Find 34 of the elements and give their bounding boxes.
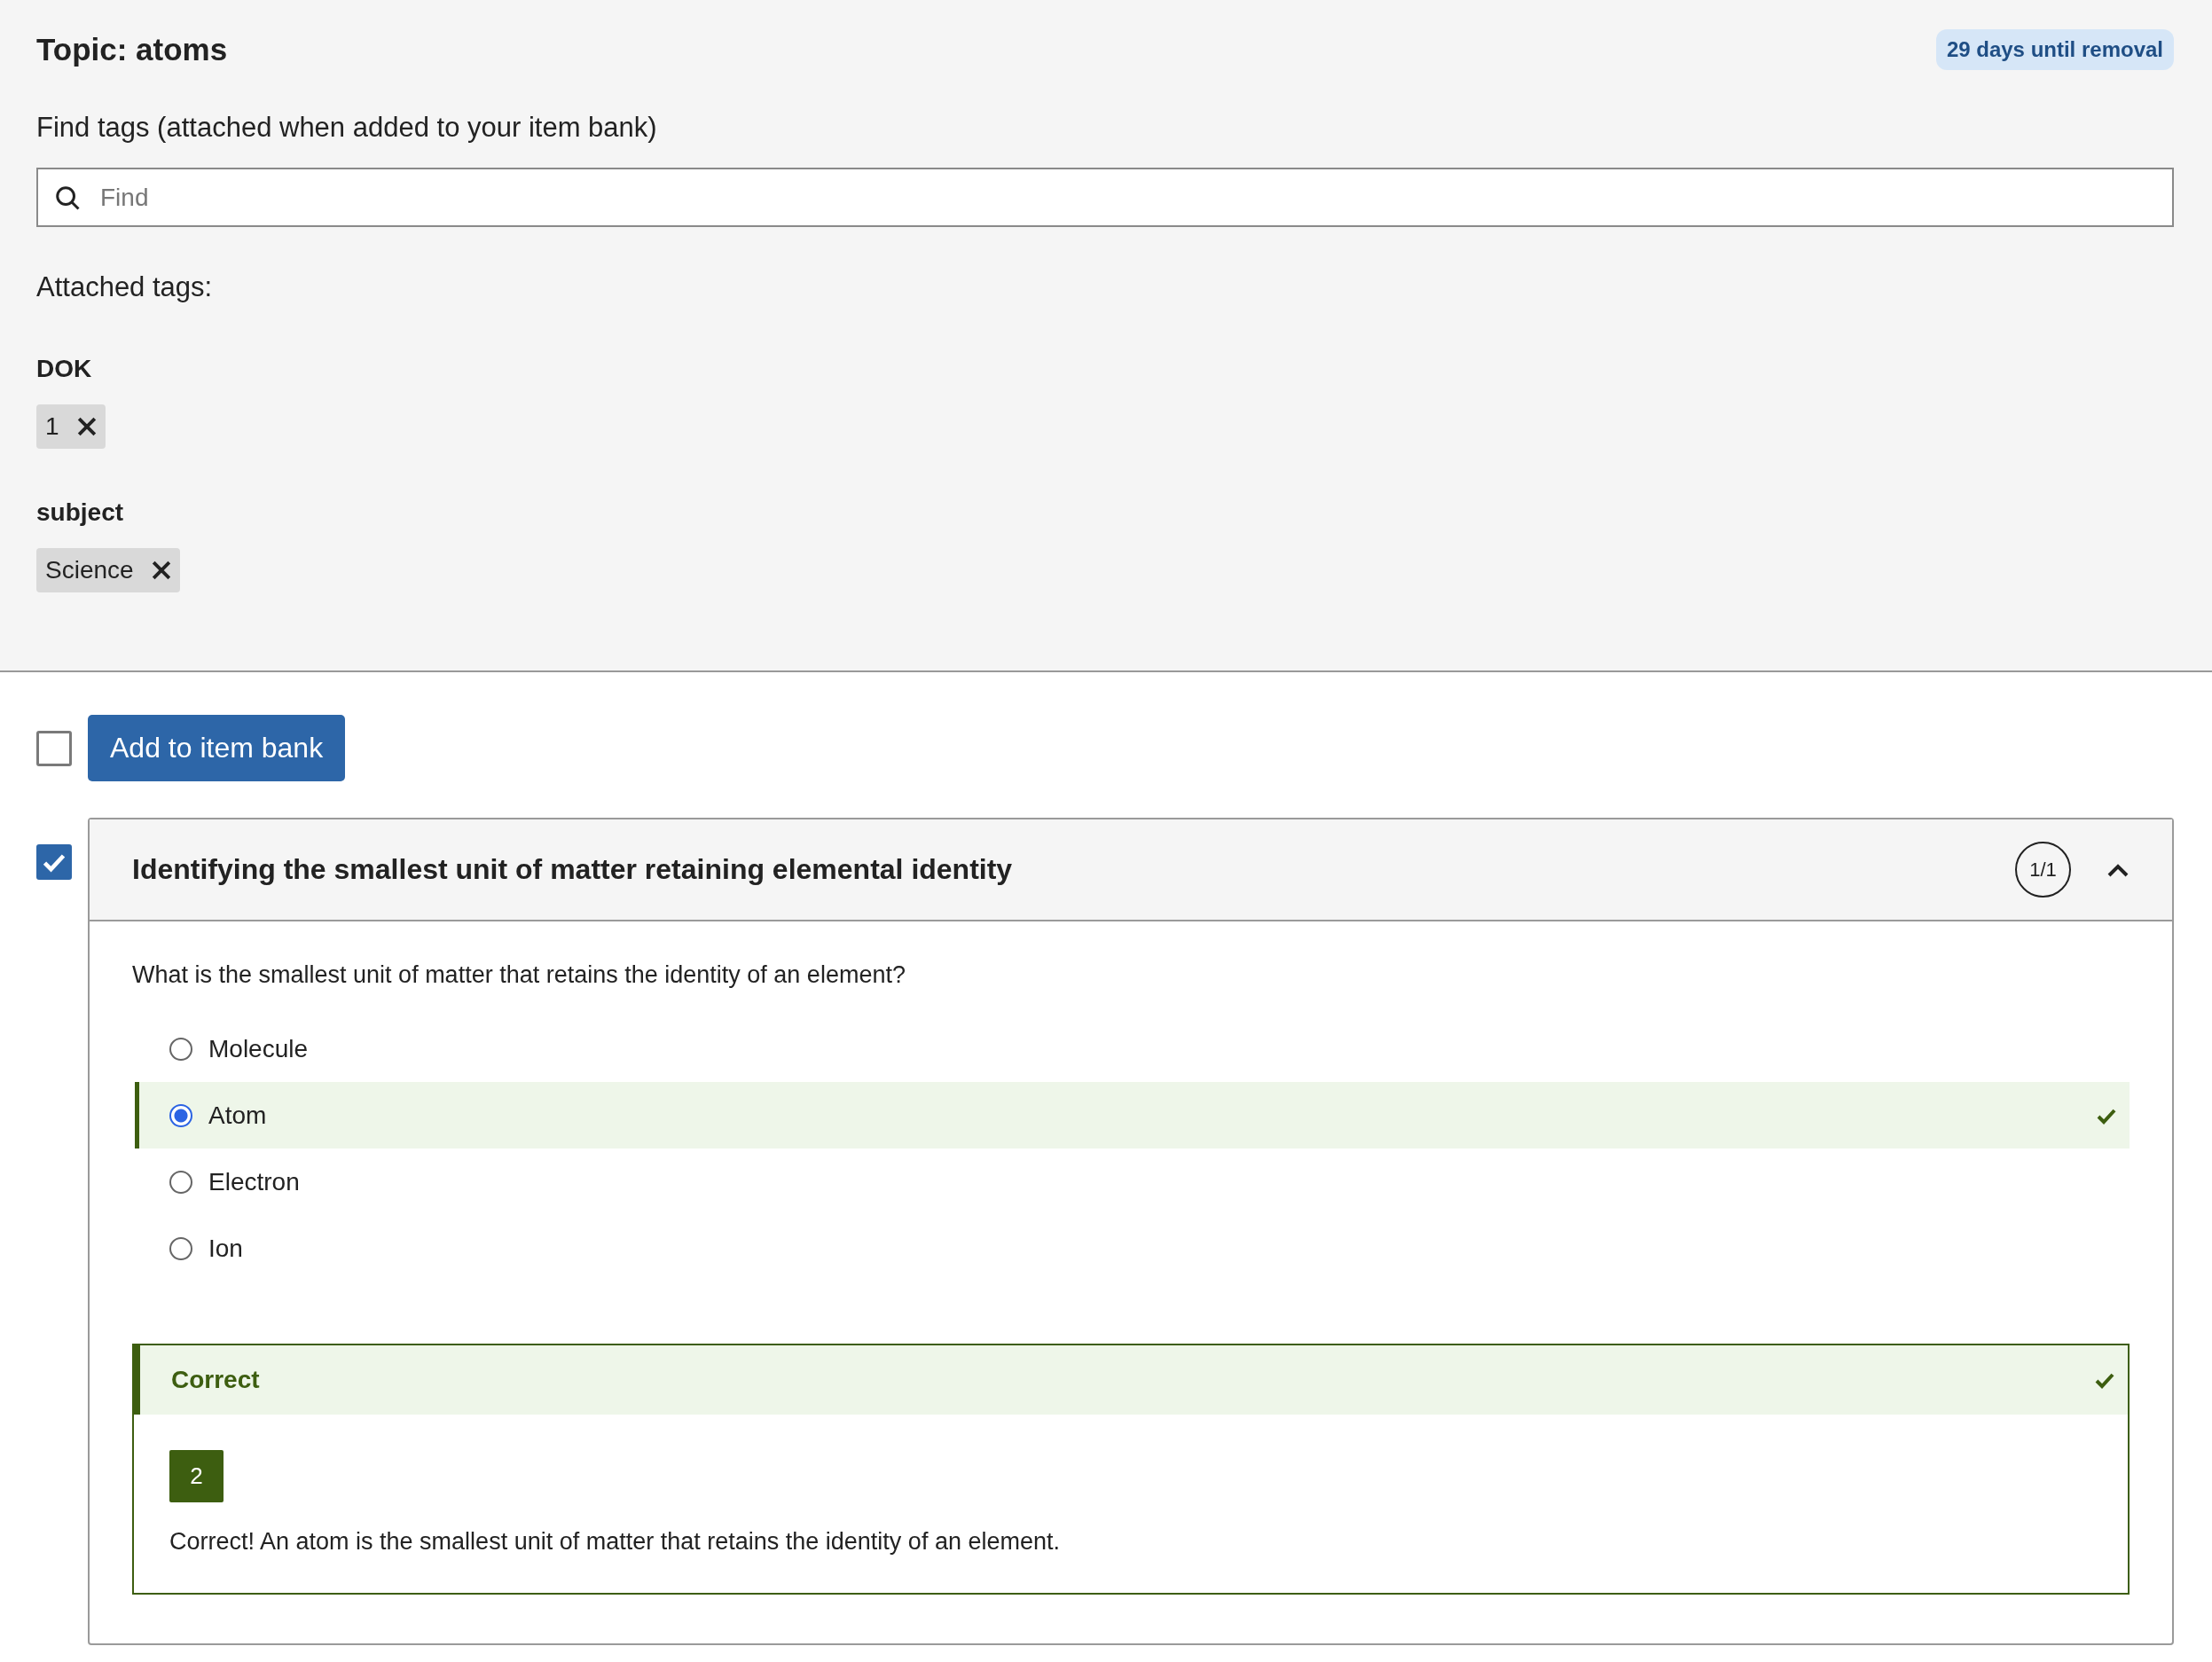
radio-button[interactable]	[169, 1236, 192, 1260]
question-text: What is the smallest unit of matter that retains the identity of an element?	[132, 960, 906, 990]
radio-button[interactable]	[169, 1037, 192, 1061]
topic-title: Topic: atoms	[36, 31, 228, 68]
option-label: Electron	[208, 1167, 301, 1196]
feedback-text: Correct! An atom is the smallest unit of matter that retains the identity of an element.	[169, 1527, 1061, 1556]
option-label: Ion	[208, 1234, 244, 1263]
close-icon[interactable]	[151, 561, 171, 580]
question-title: Identifying the smallest unit of matter retaining elemental identity	[132, 853, 1014, 886]
option-label: Molecule	[208, 1034, 310, 1063]
checkbox[interactable]	[36, 730, 72, 766]
answer-option[interactable]: Atom	[135, 1082, 2130, 1149]
removal-badge: 29 days until removal	[1935, 29, 2174, 70]
answer-option[interactable]: Molecule	[135, 1015, 2130, 1082]
search-bar[interactable]: Find	[36, 168, 2174, 227]
tag-group-name: DOK	[36, 354, 93, 384]
radio-button[interactable]	[169, 1170, 192, 1194]
add-to-item-bank-button[interactable]: Add to item bank	[88, 715, 346, 781]
answer-option[interactable]: Electron	[135, 1149, 2130, 1215]
radio-button[interactable]	[169, 1103, 192, 1127]
option-label: Atom	[208, 1101, 268, 1130]
score-badge: 2	[169, 1450, 224, 1502]
attached-tags-label: Attached tags:	[36, 270, 214, 304]
close-icon[interactable]	[76, 417, 97, 436]
feedback-title: Correct	[171, 1366, 260, 1394]
tag-label: 1	[45, 412, 59, 441]
tag-group-name: subject	[36, 498, 125, 528]
search-label: Find tags (attached when added to your item bank)	[36, 111, 658, 145]
search-input[interactable]: Find	[98, 182, 2156, 213]
counter: 1/1	[2015, 842, 2071, 898]
answer-option[interactable]: Ion	[135, 1215, 2130, 1282]
tag-label: Science	[45, 556, 134, 584]
search-icon	[54, 184, 81, 211]
checkbox[interactable]	[36, 844, 72, 880]
